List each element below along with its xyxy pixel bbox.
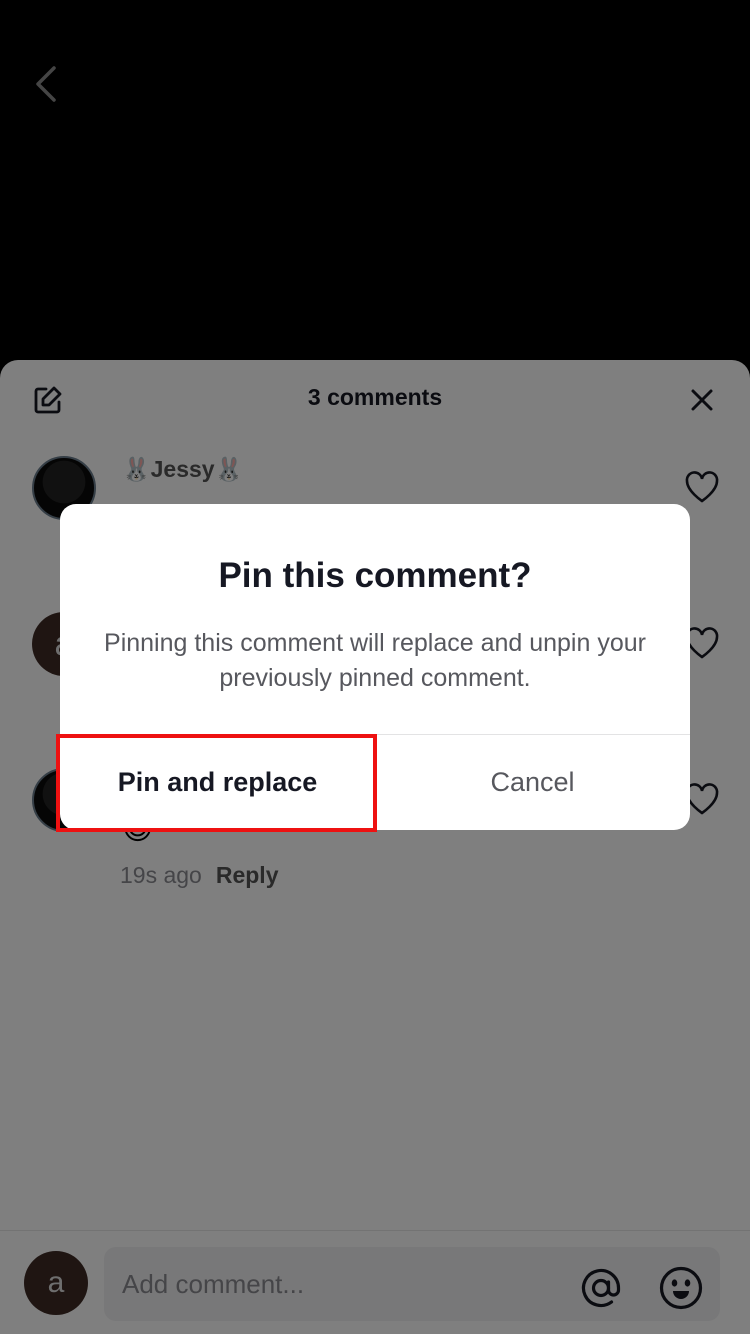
- pin-comment-dialog: Pin this comment? Pinning this comment w…: [60, 504, 690, 830]
- dialog-actions: Pin and replace Cancel: [60, 734, 690, 830]
- dialog-title: Pin this comment?: [218, 556, 532, 595]
- pin-and-replace-button[interactable]: Pin and replace: [60, 735, 375, 830]
- cancel-button[interactable]: Cancel: [375, 735, 690, 830]
- dialog-message: Pinning this comment will replace and un…: [104, 629, 646, 692]
